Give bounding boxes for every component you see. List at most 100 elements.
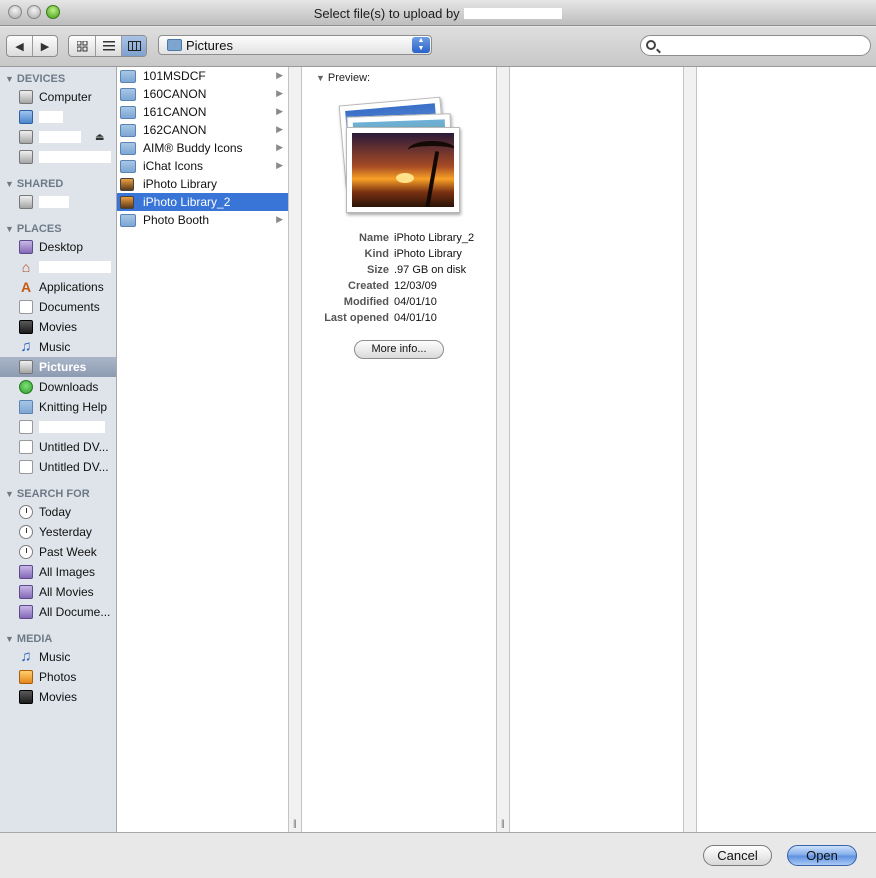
documents-icon (19, 300, 33, 314)
disclosure-arrow-icon: ▶ (276, 106, 283, 116)
list-view-icon (102, 41, 115, 51)
sidebar-item-all-images[interactable]: All Images (0, 562, 116, 582)
forward-button[interactable]: ▶ (32, 36, 57, 56)
sunset-palm-photo (346, 127, 460, 213)
list-item[interactable]: 161CANON ▶ (117, 103, 288, 121)
redacted-label (39, 111, 63, 123)
icon-view-icon (76, 40, 87, 51)
sidebar-item-knitting-help[interactable]: Knitting Help (0, 397, 116, 417)
folder-icon (120, 213, 136, 227)
iphoto-library-icon (120, 195, 134, 209)
sidebar-item-media-movies[interactable]: Movies (0, 687, 116, 707)
sidebar-item-all-movies[interactable]: All Movies (0, 582, 116, 602)
cancel-button[interactable]: Cancel (703, 845, 772, 866)
location-popup[interactable]: Pictures ▲ ▼ (158, 35, 432, 55)
document-icon (19, 440, 33, 454)
back-button[interactable]: ◀ (7, 36, 32, 56)
sidebar-section-media[interactable]: ▼ MEDIA (5, 632, 52, 646)
home-icon: ⌂ (21, 259, 31, 275)
info-row-last-opened: Last opened 04/01/10 (324, 312, 437, 324)
sidebar-item-redacted-file[interactable] (0, 417, 116, 437)
open-button[interactable]: Open (787, 845, 857, 866)
resize-grip-icon[interactable]: || (501, 818, 505, 828)
info-row-modified: Modified 04/01/10 (343, 296, 437, 308)
iphoto-library-icon (120, 177, 134, 191)
sidebar-item-desktop[interactable]: Desktop (0, 237, 116, 257)
clock-icon (19, 505, 33, 519)
sidebar-item-downloads[interactable]: Downloads (0, 377, 116, 397)
disk-icon (19, 130, 33, 144)
preview-header[interactable]: ▼ Preview: (316, 72, 370, 84)
document-icon (19, 420, 33, 434)
list-item[interactable]: 160CANON ▶ (117, 85, 288, 103)
sidebar-item-shared-computer[interactable] (0, 192, 116, 212)
list-item-selected[interactable]: iPhoto Library_2 (117, 193, 288, 211)
sidebar-section-shared[interactable]: ▼ SHARED (5, 177, 63, 191)
music-icon: ♫ (20, 648, 32, 665)
sidebar-section-devices[interactable]: ▼ DEVICES (5, 72, 65, 86)
sidebar-item-home[interactable]: ⌂ (0, 257, 116, 277)
search-field[interactable] (640, 35, 871, 56)
sidebar-item-past-week[interactable]: Past Week (0, 542, 116, 562)
eject-icon[interactable]: ⏏ (95, 132, 104, 143)
file-info: Name iPhoto Library_2 Kind iPhoto Library … (302, 230, 496, 326)
folder-icon (120, 69, 136, 83)
sidebar-item-computer[interactable]: Computer (0, 87, 116, 107)
clapperboard-icon (19, 690, 33, 704)
sidebar-section-places[interactable]: ▼ PLACES (5, 222, 62, 236)
redacted-username (464, 8, 563, 19)
sidebar-item-media-photos[interactable]: Photos (0, 667, 116, 687)
folder-icon (120, 123, 136, 137)
list-item[interactable]: iPhoto Library (117, 175, 288, 193)
folder-icon (120, 87, 136, 101)
sidebar-section-search-for[interactable]: ▼ SEARCH FOR (5, 487, 90, 501)
column-view-button[interactable] (121, 36, 146, 56)
sidebar-item-untitled-dvd-2[interactable]: Untitled DV... (0, 457, 116, 477)
title-bar: Select file(s) to upload by (0, 0, 876, 26)
folder-icon (120, 141, 136, 155)
sidebar-item-music[interactable]: ♫ Music (0, 337, 116, 357)
list-item[interactable]: iChat Icons ▶ (117, 157, 288, 175)
list-item[interactable]: 162CANON ▶ (117, 121, 288, 139)
desktop-icon (19, 240, 33, 254)
list-view-button[interactable] (95, 36, 121, 56)
browser-column-3 (510, 67, 683, 832)
column-resize-gutter[interactable]: || (288, 67, 302, 832)
list-item[interactable]: AIM® Buddy Icons ▶ (117, 139, 288, 157)
disclosure-triangle-icon: ▼ (5, 179, 14, 189)
sidebar-item-movies[interactable]: Movies (0, 317, 116, 337)
disk-icon (19, 110, 33, 124)
resize-grip-icon[interactable]: || (293, 818, 297, 828)
music-icon: ♫ (20, 338, 32, 355)
browser-column-4 (697, 67, 876, 832)
folder-icon (120, 105, 136, 119)
window-title: Select file(s) to upload by (0, 6, 876, 21)
info-row-size: Size .97 GB on disk (366, 264, 467, 276)
sidebar-item-media-music[interactable]: ♫ Music (0, 647, 116, 667)
sidebar-item-device-3[interactable]: ⏏ (0, 127, 116, 147)
column-resize-gutter[interactable] (683, 67, 697, 832)
column-resize-gutter[interactable]: || (496, 67, 510, 832)
more-info-button[interactable]: More info... (354, 340, 444, 359)
pictures-icon (19, 360, 33, 374)
list-item[interactable]: 101MSDCF ▶ (117, 67, 288, 85)
sidebar-item-pictures[interactable]: Pictures (0, 357, 116, 377)
view-mode-control (68, 35, 147, 57)
sidebar-item-applications[interactable]: A Applications (0, 277, 116, 297)
sidebar-item-device-4[interactable] (0, 147, 116, 167)
disclosure-triangle-icon: ▼ (5, 489, 14, 499)
icon-view-button[interactable] (69, 36, 95, 56)
sidebar-item-all-documents[interactable]: All Docume... (0, 602, 116, 622)
redacted-label (39, 261, 111, 273)
info-row-created: Created 12/03/09 (348, 280, 437, 292)
sidebar-item-documents[interactable]: Documents (0, 297, 116, 317)
disclosure-arrow-icon: ▶ (276, 214, 283, 224)
list-item[interactable]: Photo Booth ▶ (117, 211, 288, 229)
disclosure-arrow-icon: ▶ (276, 124, 283, 134)
info-row-name: Name iPhoto Library_2 (359, 232, 475, 244)
sidebar-item-today[interactable]: Today (0, 502, 116, 522)
sidebar-item-yesterday[interactable]: Yesterday (0, 522, 116, 542)
sidebar-item-untitled-dvd-1[interactable]: Untitled DV... (0, 437, 116, 457)
back-forward-control: ◀ ▶ (6, 35, 58, 57)
sidebar-item-device-2[interactable] (0, 107, 116, 127)
